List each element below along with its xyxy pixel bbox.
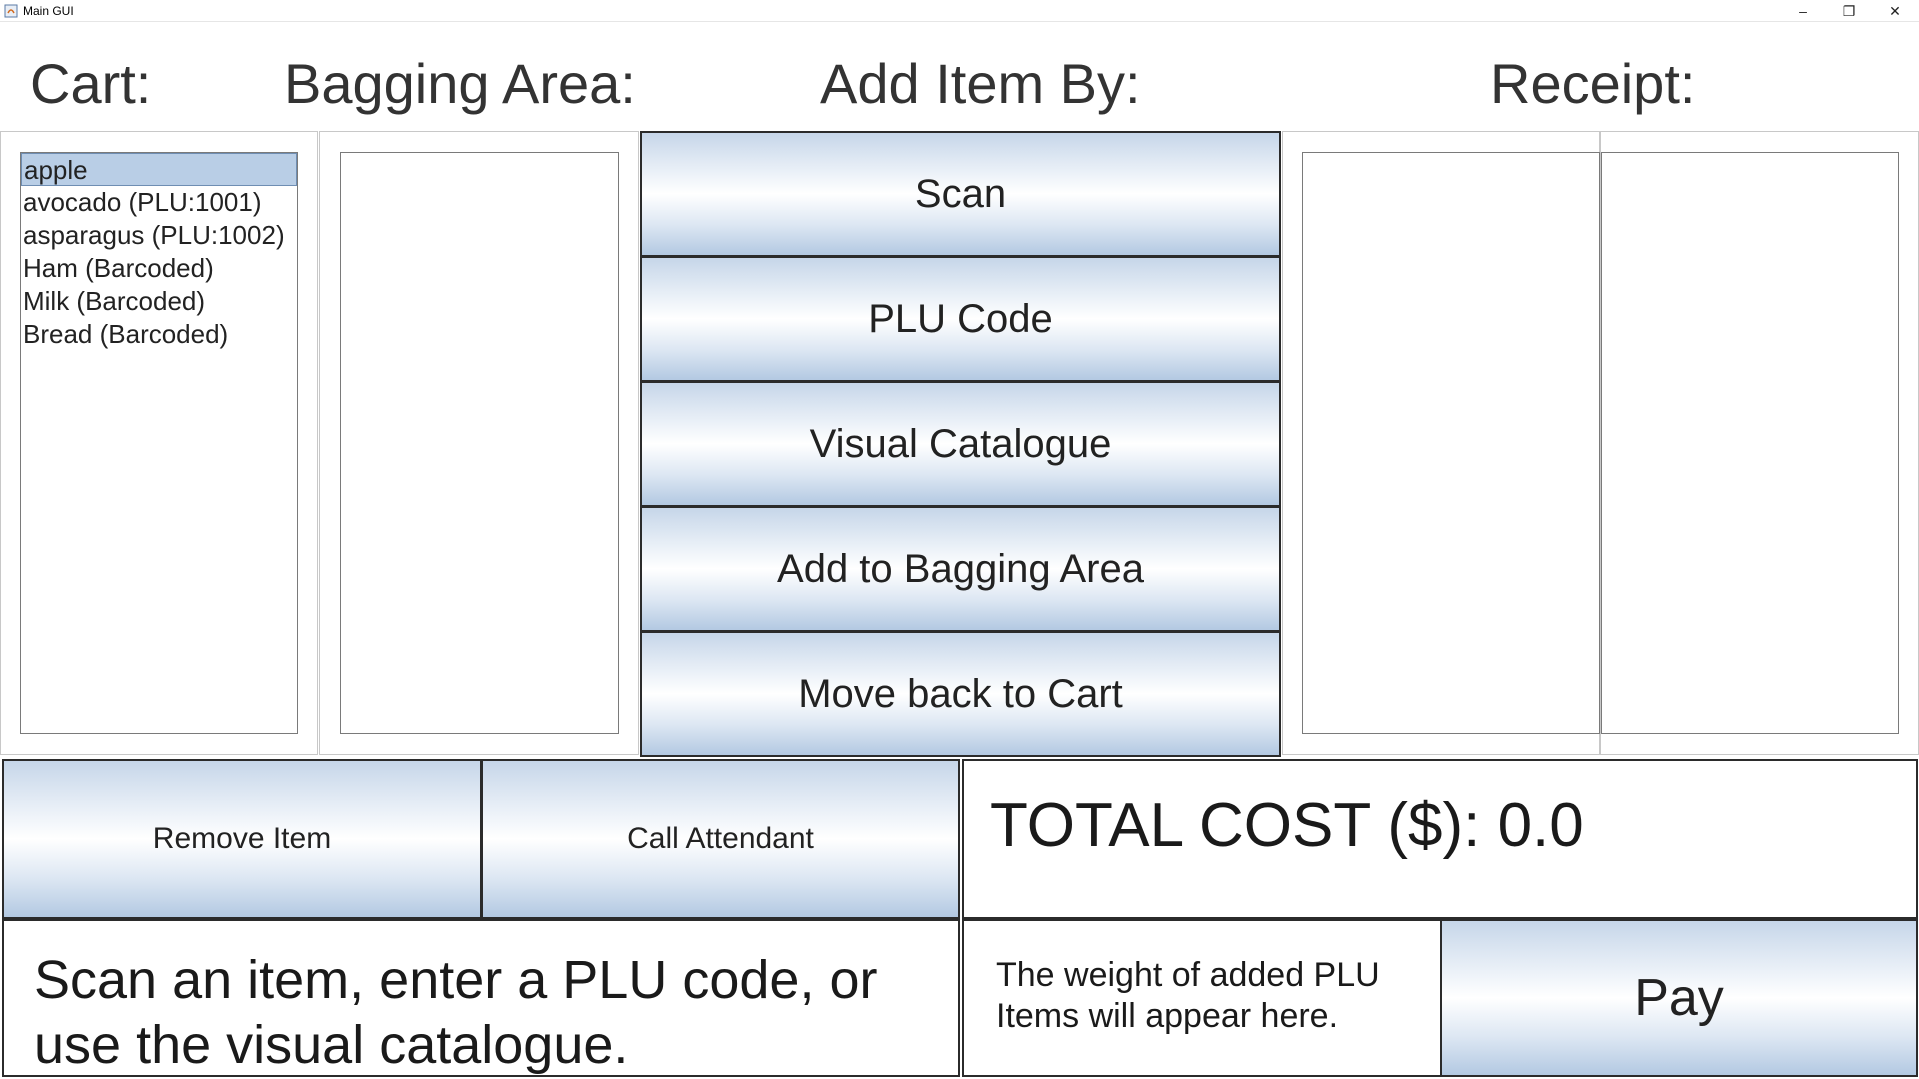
list-item[interactable]: avocado (PLU:1001) bbox=[21, 186, 297, 219]
title-bar: Main GUI – ❐ ✕ bbox=[0, 0, 1919, 22]
close-button[interactable]: ✕ bbox=[1872, 0, 1918, 22]
add-to-bagging-area-button[interactable]: Add to Bagging Area bbox=[640, 506, 1281, 632]
bagging-area-header: Bagging Area: bbox=[284, 52, 636, 115]
plu-code-button[interactable]: PLU Code bbox=[640, 256, 1281, 382]
receipt-price-list[interactable] bbox=[1601, 152, 1899, 734]
list-item[interactable]: asparagus (PLU:1002) bbox=[21, 219, 297, 252]
visual-catalogue-button[interactable]: Visual Catalogue bbox=[640, 381, 1281, 507]
call-attendant-button[interactable]: Call Attendant bbox=[481, 759, 960, 919]
bagging-area-list[interactable] bbox=[340, 152, 619, 734]
cart-list[interactable]: apple avocado (PLU:1001) asparagus (PLU:… bbox=[20, 152, 298, 734]
scan-button[interactable]: Scan bbox=[640, 131, 1281, 257]
cart-header: Cart: bbox=[30, 52, 152, 115]
java-app-icon bbox=[4, 4, 18, 18]
add-item-by-header: Add Item By: bbox=[820, 52, 1141, 115]
list-item[interactable]: Milk (Barcoded) bbox=[21, 285, 297, 318]
receipt-header: Receipt: bbox=[1490, 52, 1696, 115]
list-item[interactable]: Bread (Barcoded) bbox=[21, 318, 297, 351]
pay-button[interactable]: Pay bbox=[1440, 919, 1918, 1077]
list-item[interactable]: Ham (Barcoded) bbox=[21, 252, 297, 285]
list-item[interactable]: apple bbox=[21, 153, 297, 186]
minimize-button[interactable]: – bbox=[1780, 0, 1826, 22]
move-back-to-cart-button[interactable]: Move back to Cart bbox=[640, 631, 1281, 757]
total-cost-label: TOTAL COST ($): 0.0 bbox=[990, 791, 1584, 860]
window-title: Main GUI bbox=[23, 4, 74, 18]
remove-item-button[interactable]: Remove Item bbox=[2, 759, 482, 919]
status-message: Scan an item, enter a PLU code, or use t… bbox=[34, 950, 878, 1075]
maximize-button[interactable]: ❐ bbox=[1826, 0, 1872, 22]
receipt-list[interactable] bbox=[1302, 152, 1600, 734]
weight-message: The weight of added PLU Items will appea… bbox=[996, 956, 1380, 1035]
